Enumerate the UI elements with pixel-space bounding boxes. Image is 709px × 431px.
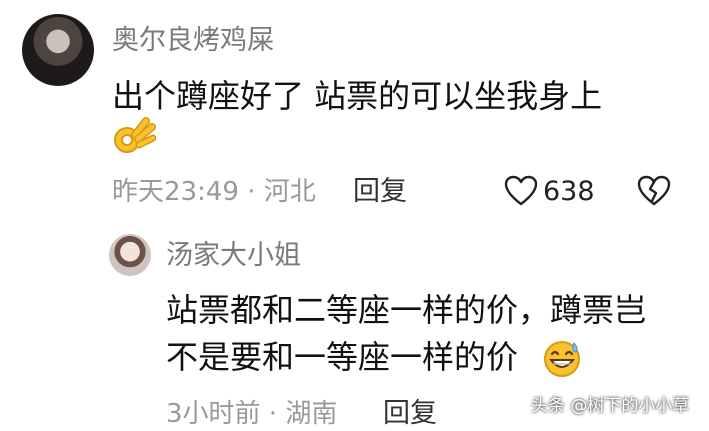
reply-reply-button[interactable]: 回复 [383, 400, 437, 427]
like-heart-icon[interactable] [504, 175, 538, 207]
grin-sweat-emoji [544, 341, 580, 377]
comment-username[interactable]: 奥尔良烤鸡屎 [112, 27, 274, 54]
reply-text-line-2: 不是要和一等座一样的价 [166, 338, 519, 376]
reply-button[interactable]: 回复 [353, 178, 407, 205]
reply-text-line-1: 站票都和二等座一样的价，蹲票岂 [166, 291, 647, 329]
watermark: 头条 @树下的小小草 [531, 396, 690, 416]
comment-time-location: 昨天23:49 · 河北 [112, 177, 316, 207]
ok-hand-emoji [114, 117, 156, 153]
reply-avatar[interactable] [109, 234, 151, 276]
dislike-broken-heart-icon[interactable] [637, 175, 671, 207]
like-count: 638 [543, 176, 595, 207]
reply-username[interactable]: 汤家大小姐 [166, 242, 301, 269]
reply-time-location: 3小时前 · 湖南 [166, 399, 338, 429]
avatar[interactable] [22, 14, 94, 86]
comment-text: 出个蹲座好了 站票的可以坐我身上 [112, 77, 603, 115]
